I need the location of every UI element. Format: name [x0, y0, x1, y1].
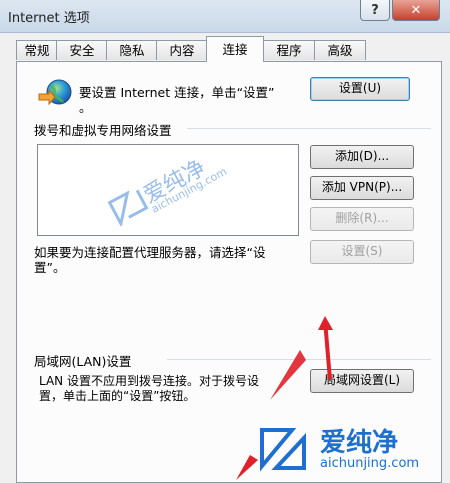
watermark-bottom: 爱纯净 aichunjing.com	[258, 420, 450, 480]
watermark-url: aichunjing.com	[320, 456, 420, 471]
red-arrow-bottom	[236, 455, 258, 480]
red-arrow-left	[270, 350, 306, 400]
tab-connections[interactable]: 连接	[206, 36, 264, 62]
watermark-logo-icon	[260, 428, 306, 472]
red-arrow-overlay	[236, 316, 333, 480]
red-arrow-right-head	[318, 316, 333, 330]
watermark-brand: 爱纯净	[320, 428, 399, 458]
